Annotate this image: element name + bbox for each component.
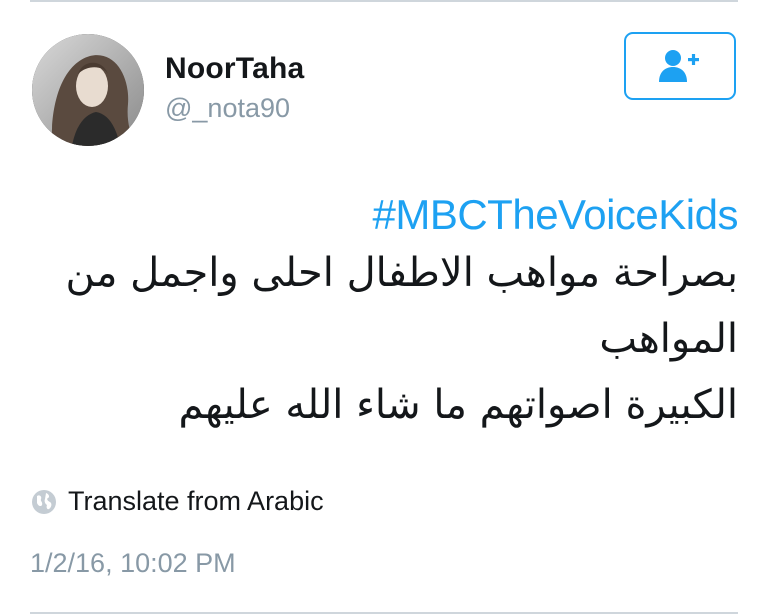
- user-handle[interactable]: @_nota90: [165, 93, 290, 124]
- avatar-photo: [32, 34, 144, 146]
- tweet-line: بصراحة مواهب الاطفال احلى واجمل من: [65, 250, 738, 297]
- add-user-icon: [659, 50, 699, 82]
- avatar[interactable]: [32, 34, 144, 146]
- tweet-card: NoorTaha @_nota90 #MBCTheVoiceKids بصراح…: [0, 0, 768, 616]
- translate-link[interactable]: Translate from Arabic: [30, 486, 324, 517]
- top-divider: [30, 0, 738, 2]
- follow-button[interactable]: [624, 32, 736, 100]
- translate-label[interactable]: Translate from Arabic: [68, 486, 324, 517]
- hashtag-link[interactable]: #MBCTheVoiceKids: [40, 190, 738, 240]
- tweet-line: الكبيرة اصواتهم ما شاء الله عليهم: [178, 382, 738, 429]
- timestamp[interactable]: 1/2/16, 10:02 PM: [30, 548, 236, 579]
- tweet-text: #MBCTheVoiceKids بصراحة مواهب الاطفال اح…: [40, 190, 739, 438]
- globe-icon: [32, 489, 56, 514]
- bottom-divider: [30, 612, 738, 614]
- display-name[interactable]: NoorTaha: [165, 52, 304, 86]
- tweet-line: المواهب: [599, 316, 738, 363]
